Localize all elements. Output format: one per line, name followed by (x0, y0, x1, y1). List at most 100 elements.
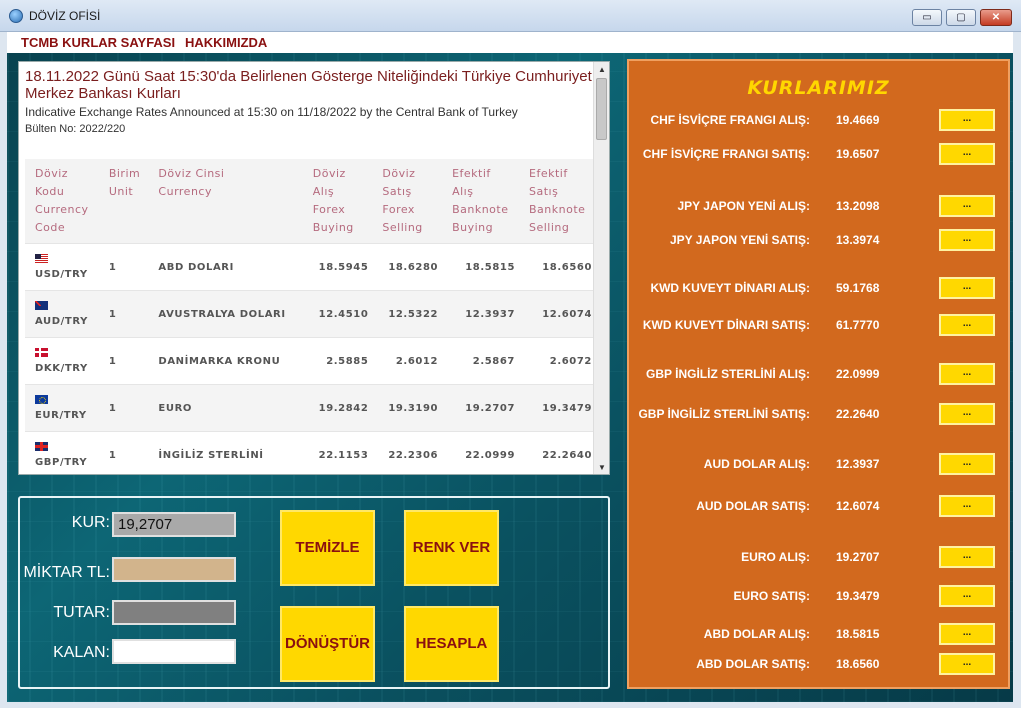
currency-code-cell: GBP/TRY (25, 431, 99, 474)
banknote-selling-cell: 18.6560 (519, 243, 596, 291)
banknote-buying-cell: 12.3937 (442, 290, 519, 338)
forex-buying-cell: 22.1153 (302, 431, 373, 474)
unit-cell: 1 (98, 337, 149, 385)
rate-select-button[interactable]: ... (939, 277, 995, 299)
column-header: Döviz Kodu Currency Code (25, 159, 99, 244)
column-header: Efektif Satış Banknote Selling (519, 159, 596, 244)
kalan-field[interactable] (112, 639, 236, 664)
rate-value: 13.2098 (836, 199, 880, 213)
banknote-selling-cell: 2.6072 (519, 337, 596, 385)
table-row: AUD/TRY 1 AVUSTRALYA DOLARI 12.4510 12.5322 1… (25, 290, 596, 338)
rate-select-button[interactable]: ... (939, 143, 995, 165)
column-header-line: Unit (108, 185, 134, 198)
column-header-line: Banknote (529, 203, 586, 216)
rate-select-button[interactable]: ... (939, 585, 995, 607)
rate-label: AUD DOLAR ALIŞ: (703, 457, 810, 471)
rate-label: ABD DOLAR ALIŞ: (703, 627, 810, 641)
rate-value: 12.6074 (836, 499, 880, 513)
rate-select-button[interactable]: ... (939, 229, 995, 251)
rate-select-button[interactable]: ... (939, 109, 995, 131)
forex-buying-cell: 12.4510 (302, 290, 373, 338)
window-title: DÖVİZ OFİSİ (29, 9, 101, 23)
rate-select-button[interactable]: ... (939, 195, 995, 217)
our-rates-panel: KURLARIMIZ CHF İSVİÇRE FRANGI ALIŞ: 19.46… (627, 59, 1010, 689)
menu-item-about[interactable]: HAKKIMIZDA (185, 35, 267, 50)
currency-name-cell: AVUSTRALYA DOLARI (148, 290, 303, 338)
kur-field[interactable] (112, 512, 236, 537)
us-flag-icon (35, 254, 48, 263)
unit-cell: 1 (98, 243, 149, 291)
currency-code: USD/TRY (35, 269, 88, 280)
rate-select-button[interactable]: ... (939, 495, 995, 517)
temizle-button[interactable]: TEMİZLE (280, 510, 375, 586)
miktar-field[interactable] (112, 557, 236, 582)
rate-select-button[interactable]: ... (939, 314, 995, 336)
menu-item-tcmb-rates[interactable]: TCMB KURLAR SAYFASI (21, 35, 175, 50)
rate-value: 22.0999 (836, 367, 880, 381)
tcmb-web-panel[interactable]: 18.11.2022 Günü Saat 15:30'da Belirlenen… (18, 61, 610, 475)
tutar-field[interactable] (112, 600, 236, 625)
rate-select-button[interactable]: ... (939, 363, 995, 385)
column-header-line: Birim (108, 167, 141, 180)
rate-value: 19.2707 (836, 550, 880, 564)
rate-value: 19.3479 (836, 589, 880, 603)
column-header-line: Döviz (312, 167, 346, 180)
rate-label: GBP İNGİLİZ STERLİNİ SATIŞ: (638, 407, 810, 421)
column-header-line: Buying (312, 221, 354, 234)
table-row: EUR/TRY 1 EURO 19.2842 19.3190 19.2707 19.3479 (25, 384, 596, 432)
rate-label: AUD DOLAR SATIŞ: (696, 499, 810, 513)
column-header-line: Banknote (452, 203, 509, 216)
currency-name-cell: İNGİLİZ STERLİNİ (148, 431, 303, 474)
forex-selling-cell: 12.5322 (372, 290, 443, 338)
close-button[interactable]: ✕ (980, 9, 1012, 26)
currency-name-cell: EURO (148, 384, 303, 432)
rate-label: CHF İSVİÇRE FRANGI ALIŞ: (650, 113, 810, 127)
column-header-line: Satış (529, 185, 559, 198)
rate-select-button[interactable]: ... (939, 623, 995, 645)
scroll-thumb[interactable] (596, 78, 607, 140)
column-header-line: Döviz Cinsi (158, 167, 225, 180)
column-header-line: Selling (529, 221, 570, 234)
banknote-selling-cell: 12.6074 (519, 290, 596, 338)
renk-ver-button[interactable]: RENK VER (404, 510, 499, 586)
column-header-line: Efektif (452, 167, 491, 180)
column-header-line: Currency (158, 185, 212, 198)
banknote-selling-cell: 22.2640 (519, 431, 596, 474)
banknote-buying-cell: 2.5867 (442, 337, 519, 385)
rate-value: 19.4669 (836, 113, 880, 127)
column-header-line: Buying (452, 221, 494, 234)
forex-buying-cell: 19.2842 (302, 384, 373, 432)
rate-label: EURO ALIŞ: (741, 550, 810, 564)
rate-select-button[interactable]: ... (939, 653, 995, 675)
web-scrollbar[interactable]: ▲ ▼ (593, 62, 609, 474)
scroll-down-button[interactable]: ▼ (594, 460, 609, 474)
currency-code: DKK/TRY (35, 363, 88, 374)
table-header-row: Döviz Kodu Currency Code Birim Unit Döviz Cins… (25, 159, 596, 244)
converter-panel: KUR: MİKTAR TL: TUTAR: KALAN: TEMİZLE RE… (18, 496, 610, 689)
rate-label: JPY JAPON YENİ ALIŞ: (677, 199, 811, 213)
column-header-line: Kodu (35, 185, 65, 198)
banknote-buying-cell: 18.5815 (442, 243, 519, 291)
app-globe-icon (9, 9, 23, 23)
rate-select-button[interactable]: ... (939, 546, 995, 568)
client-area: 18.11.2022 Günü Saat 15:30'da Belirlenen… (7, 53, 1013, 702)
rate-value: 22.2640 (836, 407, 880, 421)
minimize-button[interactable]: ▭ (912, 9, 942, 26)
column-header: Efektif Alış Banknote Buying (442, 159, 519, 244)
gb-flag-icon (35, 442, 48, 452)
maximize-button[interactable]: ▢ (946, 9, 976, 26)
rate-select-button[interactable]: ... (939, 453, 995, 475)
column-header-line: Alış (452, 185, 474, 198)
rate-value: 61.7770 (836, 318, 880, 332)
rate-select-button[interactable]: ... (939, 403, 995, 425)
scroll-up-button[interactable]: ▲ (594, 62, 609, 78)
unit-cell: 1 (98, 384, 149, 432)
hesapla-button[interactable]: HESAPLA (404, 606, 499, 682)
miktar-label: MİKTAR TL: (23, 564, 110, 581)
forex-selling-cell: 22.2306 (372, 431, 443, 474)
donustur-button[interactable]: DÖNÜŞTÜR (280, 606, 375, 682)
menu-bar: TCMB KURLAR SAYFASI HAKKIMIZDA (7, 32, 1013, 53)
rate-value: 59.1768 (836, 281, 880, 295)
web-page-title: 18.11.2022 Günü Saat 15:30'da Belirlenen… (25, 68, 592, 102)
table-row: DKK/TRY 1 DANİMARKA KRONU 2.5885 2.6012 2.586… (25, 337, 596, 385)
